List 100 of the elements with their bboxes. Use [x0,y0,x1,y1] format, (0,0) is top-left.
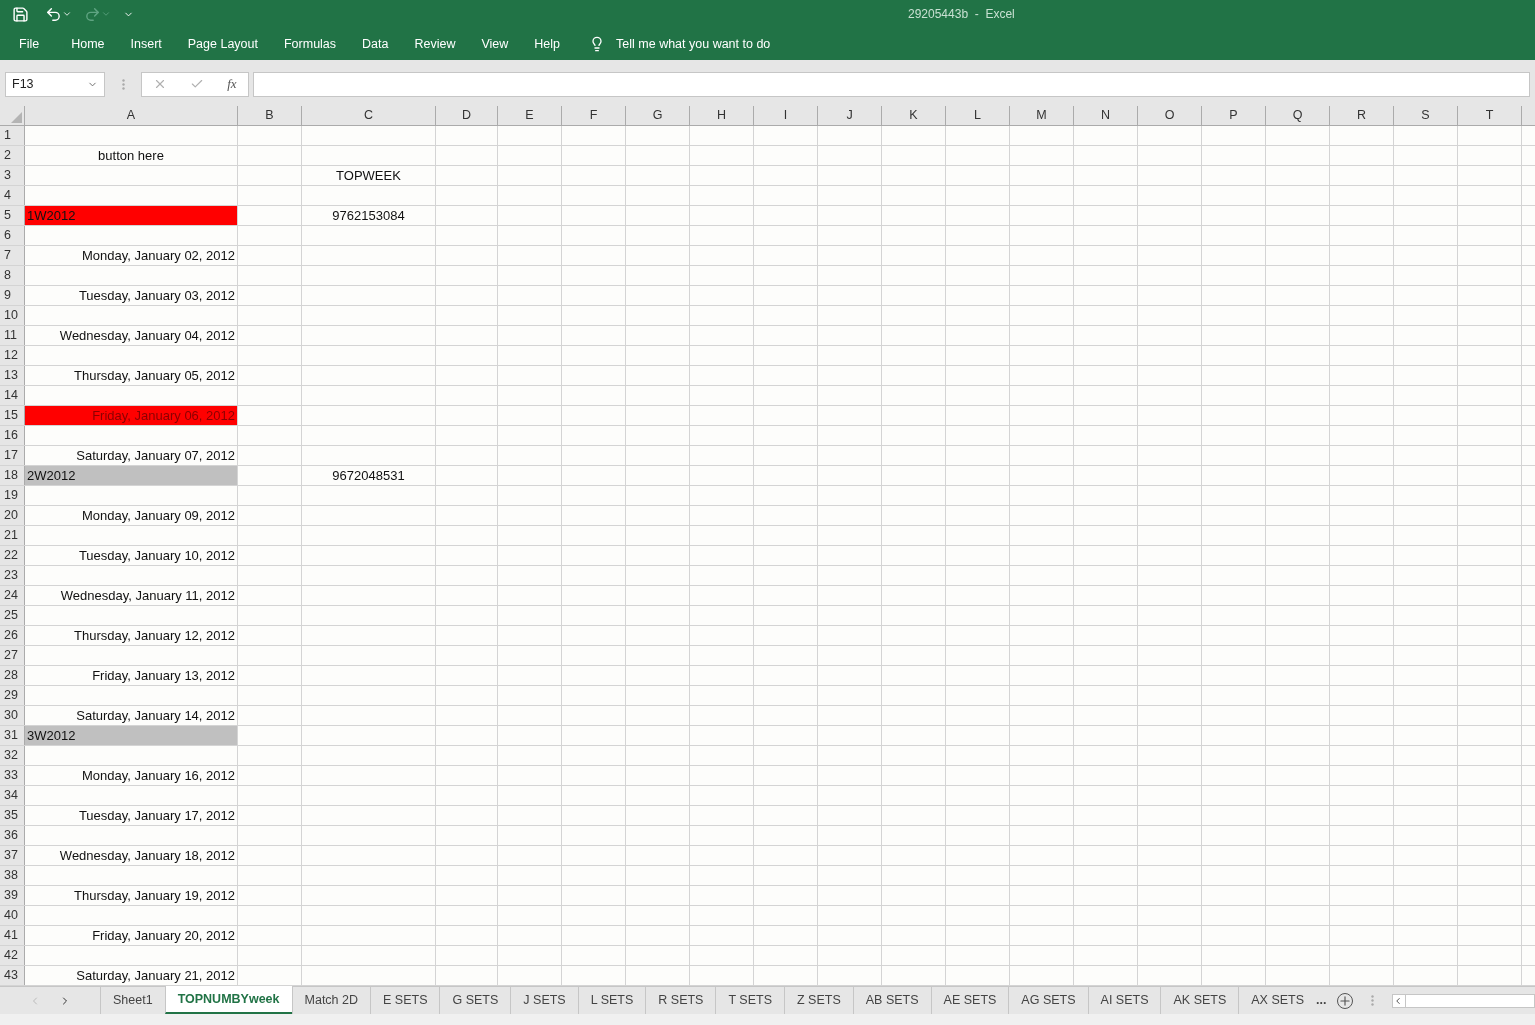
redo-icon[interactable] [84,5,101,23]
row-header[interactable]: 36 [0,826,25,845]
column-header[interactable]: K [882,106,946,125]
table-cell: Wednesday, January 11, 2012 [25,586,238,605]
row-header[interactable]: 39 [0,886,25,905]
ribbon-tab[interactable]: Formulas [270,34,350,54]
row-header[interactable]: 40 [0,906,25,925]
row-header[interactable]: 24 [0,586,25,605]
tell-me-search[interactable]: Tell me what you want to do [616,34,771,54]
row-header[interactable]: 37 [0,846,25,865]
row-header[interactable]: 10 [0,306,25,325]
ribbon-tab[interactable]: Review [401,34,469,54]
row-header[interactable]: 35 [0,806,25,825]
undo-icon[interactable] [45,5,62,23]
row-header[interactable]: 3 [0,166,25,185]
table-cell: Thursday, January 19, 2012 [25,886,238,905]
ribbon-tab[interactable]: Page Layout [174,34,271,54]
ribbon-tab[interactable]: Insert [117,34,175,54]
column-header[interactable]: M [1010,106,1074,125]
row-header[interactable]: 34 [0,786,25,805]
row-header[interactable]: 9 [0,286,25,305]
column-header[interactable]: I [754,106,818,125]
column-header[interactable]: P [1202,106,1266,125]
ribbon-tab[interactable]: Help [521,34,574,54]
column-header[interactable]: A [25,106,238,125]
row-header[interactable]: 38 [0,866,25,885]
row-header[interactable]: 1 [0,126,25,145]
row-header[interactable]: 6 [0,226,25,245]
insert-function-button[interactable]: fx [227,74,237,94]
table-cell: 9762153084 [302,206,436,225]
more-tabs[interactable]: ... [1316,987,1337,1014]
column-header[interactable]: J [818,106,882,125]
column-header[interactable]: E [498,106,562,125]
row-header[interactable]: 4 [0,186,25,205]
column-header[interactable]: T [1458,106,1522,125]
column-header[interactable]: S [1394,106,1458,125]
column-header[interactable]: O [1138,106,1202,125]
row-header[interactable]: 29 [0,686,25,705]
row-header[interactable]: 31 [0,726,25,745]
column-header[interactable]: N [1074,106,1138,125]
table-cell: Monday, January 09, 2012 [25,506,238,525]
row-header[interactable]: 20 [0,506,25,525]
row-header[interactable]: 11 [0,326,25,345]
table-cell: 9672048531 [302,466,436,485]
column-header[interactable]: C [302,106,436,125]
row-header[interactable]: 43 [0,966,25,985]
row-header[interactable]: 7 [0,246,25,265]
window-title: 29205443b - Excel [908,6,1015,23]
save-icon[interactable] [12,5,29,23]
row-header[interactable]: 32 [0,746,25,765]
row-header[interactable]: 22 [0,546,25,565]
row-header[interactable]: 15 [0,406,25,425]
table-cell: Saturday, January 14, 2012 [25,706,238,725]
row-header[interactable]: 14 [0,386,25,405]
column-header[interactable]: Q [1266,106,1330,125]
name-box[interactable]: F13 [5,71,105,97]
row-header[interactable]: 33 [0,766,25,785]
row-header[interactable]: 18 [0,466,25,485]
sheet-tab[interactable]: TOPNUMBYweek [164,986,292,1014]
table-cell: TOPWEEK [302,166,436,185]
row-header[interactable]: 8 [0,266,25,285]
ribbon-tab[interactable]: Data [349,34,402,54]
row-header[interactable]: 19 [0,486,25,505]
table-cell: Monday, January 02, 2012 [25,246,238,265]
highlighted-cell: 1W2012 [25,206,238,225]
row-header[interactable]: 42 [0,946,25,965]
column-header[interactable]: R [1330,106,1394,125]
undo-dropdown-icon[interactable] [62,9,72,19]
ribbon-tab[interactable]: View [468,34,522,54]
highlighted-cell: 3W2012 [25,726,238,745]
ribbon-tab[interactable]: Home [58,34,118,54]
redo-dropdown-icon[interactable] [101,9,111,19]
enter-icon[interactable] [190,77,205,91]
formula-input-field[interactable] [253,71,1530,97]
table-cell: Thursday, January 12, 2012 [25,626,238,645]
row-header[interactable]: 28 [0,666,25,685]
row-header[interactable]: 27 [0,646,25,665]
column-header[interactable]: B [238,106,302,125]
ribbon-tab[interactable]: File [0,34,59,54]
row-header[interactable]: 2 [0,146,25,165]
row-header[interactable]: 41 [0,926,25,945]
table-cell: Thursday, January 05, 2012 [25,366,238,385]
row-header[interactable]: 12 [0,346,25,365]
row-header[interactable]: 23 [0,566,25,585]
row-header[interactable]: 16 [0,426,25,445]
column-header[interactable]: H [690,106,754,125]
table-cell: button here [25,146,238,165]
row-header[interactable]: 13 [0,366,25,385]
horizontal-scrollbar[interactable] [1391,993,1535,1008]
column-header[interactable]: F [562,106,626,125]
highlighted-cell: 2W2012 [25,466,238,485]
column-header[interactable]: D [436,106,498,125]
row-header[interactable]: 17 [0,446,25,465]
row-header[interactable]: 26 [0,626,25,645]
row-header[interactable]: 25 [0,606,25,625]
row-header[interactable]: 5 [0,206,25,225]
column-header[interactable]: G [626,106,690,125]
row-header[interactable]: 30 [0,706,25,725]
row-header[interactable]: 21 [0,526,25,545]
column-header[interactable]: L [946,106,1010,125]
